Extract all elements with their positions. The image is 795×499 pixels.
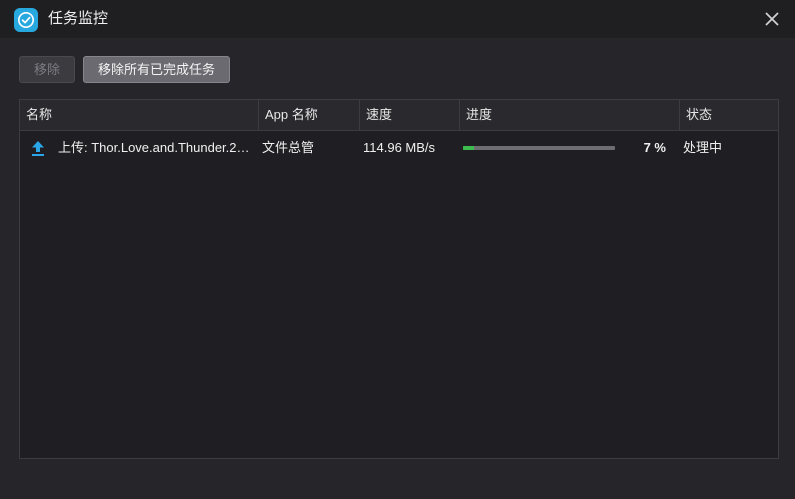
table-row[interactable]: 上传: Thor.Love.and.Thunder.2022. 文件总管 114… [20, 131, 778, 165]
task-table: 名称 App 名称 速度 进度 状态 上传: Thor.Love.and.Thu… [19, 99, 779, 459]
title-bar: 任务监控 [0, 0, 795, 38]
upload-icon [30, 140, 46, 157]
task-name: 上传: Thor.Love.and.Thunder.2022. [58, 140, 256, 155]
table-header: 名称 App 名称 速度 进度 状态 [20, 100, 778, 131]
progress-bar [463, 146, 615, 150]
close-icon[interactable] [763, 10, 781, 28]
column-header-status[interactable]: 状态 [680, 100, 778, 130]
column-header-speed[interactable]: 速度 [360, 100, 460, 130]
remove-button[interactable]: 移除 [19, 56, 75, 83]
check-circle-icon [14, 8, 38, 32]
task-status: 处理中 [683, 140, 723, 155]
progress-bar-fill [463, 146, 474, 150]
task-app-name: 文件总管 [262, 140, 315, 155]
progress-percent: 7 % [643, 140, 666, 155]
task-monitor-window: 任务监控 移除 移除所有已完成任务 名称 App 名称 速度 进度 状态 上传:… [0, 0, 795, 499]
column-header-name[interactable]: 名称 [20, 100, 259, 130]
column-header-progress[interactable]: 进度 [460, 100, 680, 130]
remove-all-completed-button[interactable]: 移除所有已完成任务 [83, 56, 230, 83]
column-header-app-name[interactable]: App 名称 [259, 100, 360, 130]
task-speed: 114.96 MB/s [363, 140, 436, 155]
window-title: 任务监控 [48, 10, 109, 27]
